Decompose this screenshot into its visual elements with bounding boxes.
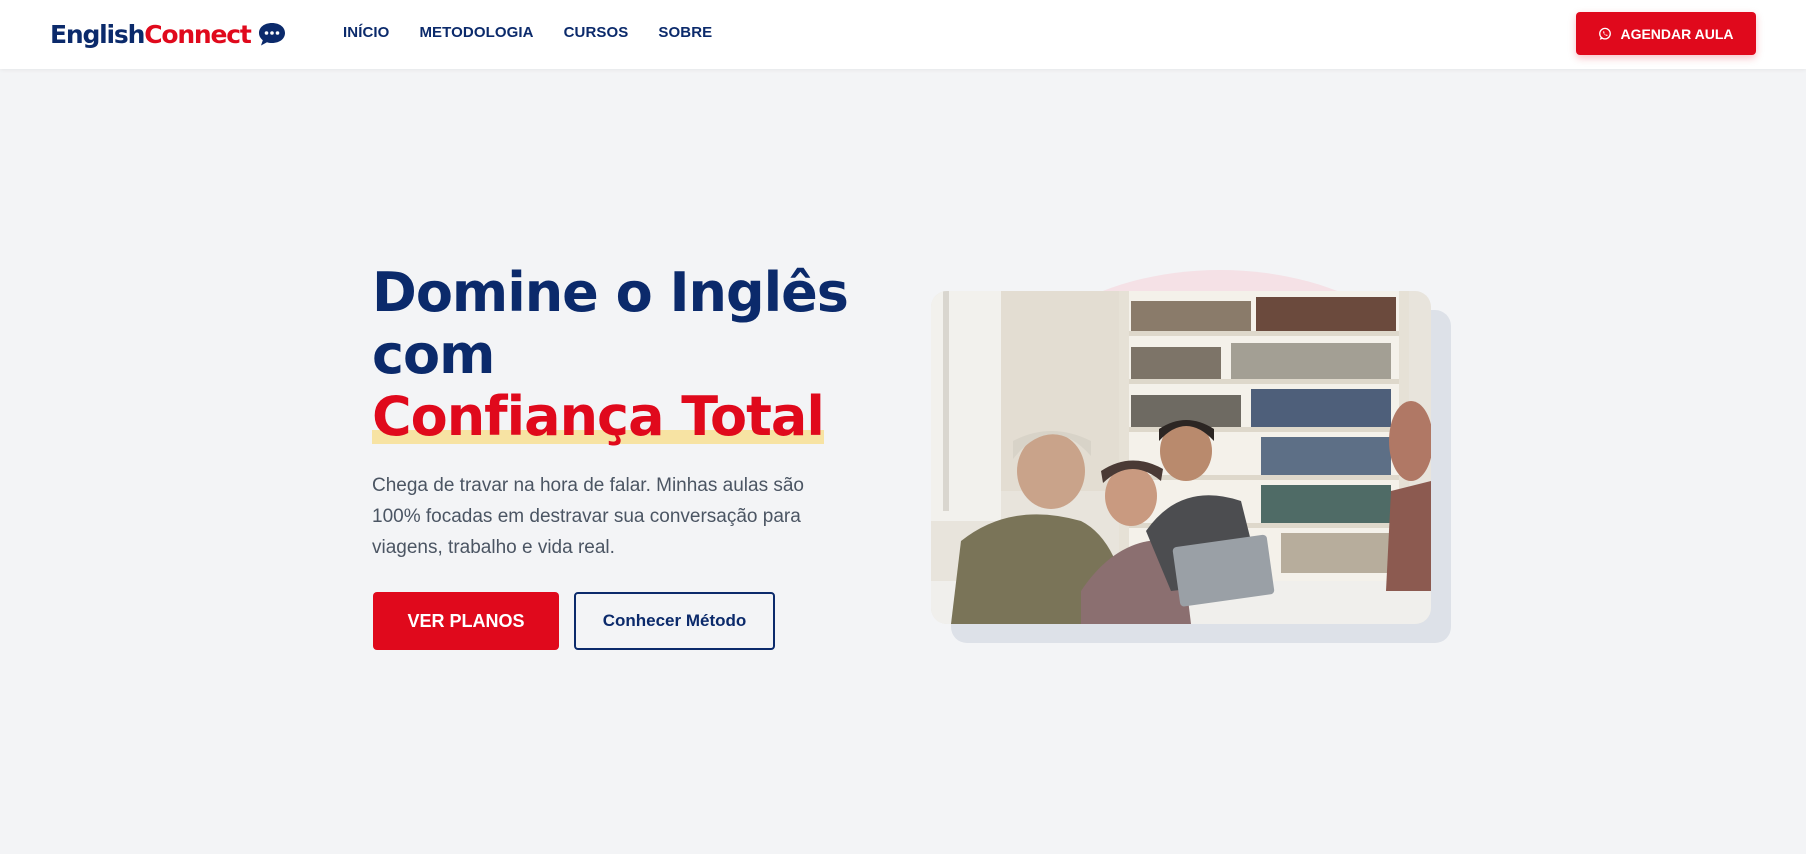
hero-title-highlight: Confiança Total	[372, 385, 825, 448]
nav-item-metodologia[interactable]: METODOLOGIA	[419, 23, 533, 43]
logo-english: English	[50, 19, 145, 49]
schedule-class-label: AGENDAR AULA	[1620, 25, 1734, 42]
logo-text: EnglishConnect	[50, 19, 252, 49]
know-method-button[interactable]: Conhecer Método	[574, 592, 775, 650]
main-nav: INÍCIO METODOLOGIA CURSOS SOBRE	[343, 23, 742, 43]
nav-item-sobre[interactable]: SOBRE	[658, 23, 712, 43]
hero-image	[931, 291, 1431, 624]
hero-description: Chega de travar na hora de falar. Minhas…	[372, 475, 804, 558]
whatsapp-icon	[1599, 27, 1612, 40]
logo[interactable]: EnglishConnect	[50, 16, 287, 52]
view-plans-button[interactable]: VER PLANOS	[373, 592, 559, 650]
logo-connect: Connect	[144, 19, 252, 49]
hero-title-line1: Domine o Inglês	[372, 261, 849, 324]
hero-title-line2: com	[372, 323, 495, 386]
nav-item-inicio[interactable]: INÍCIO	[343, 23, 389, 43]
nav-item-cursos[interactable]: CURSOS	[564, 23, 629, 43]
chat-bubble-icon	[258, 23, 285, 46]
schedule-class-button[interactable]: AGENDAR AULA	[1576, 12, 1756, 55]
hero-title: Domine o Inglês com Confiança Total	[372, 262, 892, 448]
navbar: EnglishConnect INÍCIO METODOLOGIA CURSOS…	[0, 0, 1806, 69]
